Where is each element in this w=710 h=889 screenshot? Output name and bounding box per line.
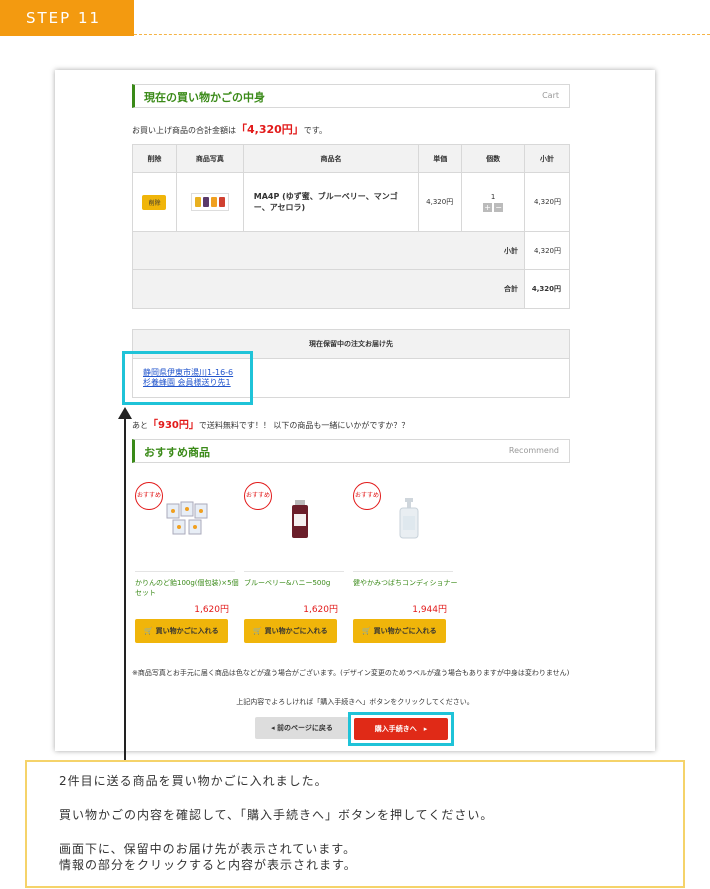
product-thumbnail	[190, 193, 229, 211]
disclaimer-note: ※商品写真とお手元に届く商品は色などが違う場合がございます。(デザイン変更のため…	[132, 669, 570, 677]
conditioner-bottle-image	[389, 498, 429, 540]
instruction-line2: 買い物かごの内容を確認して、「購入手続きへ」ボタンを押してください。	[59, 808, 494, 822]
recommend-item-price: 1,620円	[303, 605, 338, 615]
honey-bottle-image	[280, 498, 320, 540]
recommend-title: おすすめ商品	[144, 446, 210, 459]
total-value: 4,320円	[524, 269, 570, 309]
recommend-item: おすすめ ブルーベリー&ハニー500g 1,620円 🛒 買い物かごに入れる	[244, 482, 354, 652]
recommend-item-name[interactable]: ブルーベリー&ハニー500g	[244, 578, 354, 588]
total-prefix: お買い上げ商品の合計金額は	[132, 126, 236, 135]
total-suffix: です。	[303, 126, 327, 135]
instruction-line3: 画面下に、保留中のお届け先が表示されています。	[59, 842, 357, 856]
add-to-cart-label: 買い物かごに入れる	[373, 627, 437, 635]
subtotal-value: 4,320円	[524, 231, 570, 270]
cart-total-message: お買い上げ商品の合計金額は「4,320円」です。	[132, 121, 327, 137]
quantity-minus-button[interactable]: −	[494, 202, 504, 212]
add-to-cart-button[interactable]: 🛒 買い物かごに入れる	[353, 619, 446, 643]
back-button[interactable]: ◂ 前のページに戻る	[255, 717, 349, 739]
cart-item-row: 削除 MA4P (ゆず蜜、ブルーベリー、マンゴー、アセロラ) 4,320円 1 …	[132, 172, 570, 232]
add-to-cart-button[interactable]: 🛒 買い物かごに入れる	[135, 619, 228, 643]
subtotal-label: 小計	[131, 231, 526, 270]
cart-title-en: Cart	[542, 91, 559, 100]
total-label: 合計	[131, 269, 526, 309]
recommend-item: おすすめ かりんのど飴100g(個包装)×5個セット 1,620円 🛒 買い物か…	[135, 482, 245, 652]
recommend-item-name[interactable]: 健やかみつばちコンディショナー	[353, 578, 463, 588]
instruction-line4: 情報の部分をクリックすると内容が表示されます。	[59, 858, 357, 872]
shipping-suffix: で送料無料です！！ 以下の商品も一緒にいかがですか？？	[198, 421, 410, 430]
cart-screenshot: 現在の買い物かごの中身 Cart お買い上げ商品の合計金額は「4,320円」です…	[55, 70, 655, 751]
address-highlight	[122, 351, 253, 405]
recommend-divider	[353, 571, 453, 572]
header-quantity: 個数	[461, 144, 526, 173]
subtotal-row: 小計 4,320円	[131, 231, 570, 270]
cart-header-row: 削除 商品写真 商品名 単価 個数 小計	[132, 144, 570, 173]
free-shipping-message: あと「930円」で送料無料です！！ 以下の商品も一緒にいかがですか？？	[132, 416, 409, 431]
add-to-cart-label: 買い物かごに入れる	[155, 627, 219, 635]
recommend-divider	[135, 571, 235, 572]
recommend-badge: おすすめ	[244, 482, 272, 510]
cart-table: 削除 商品写真 商品名 単価 個数 小計 削除 MA4P (ゆず蜜、ブルーベリー…	[131, 144, 570, 309]
add-to-cart-button[interactable]: 🛒 買い物かごに入れる	[244, 619, 337, 643]
step-tab: STEP 11	[0, 0, 134, 36]
add-to-cart-label: 買い物かごに入れる	[264, 627, 328, 635]
header-subtotal: 小計	[524, 144, 570, 173]
recommend-divider	[244, 571, 344, 572]
total-amount: 「4,320円」	[236, 123, 304, 136]
unit-price: 4,320円	[418, 172, 463, 232]
confirm-note: 上記内容でよろしければ「購入手続きへ」ボタンをクリックしてください。	[236, 698, 474, 706]
cart-icon: 🛒	[144, 627, 154, 635]
shipping-prefix: あと	[132, 421, 148, 430]
header-name: 商品名	[242, 144, 420, 173]
product-name: MA4P (ゆず蜜、ブルーベリー、マンゴー、アセロラ)	[242, 172, 420, 232]
recommend-item-price: 1,620円	[194, 605, 229, 615]
checkout-highlight	[348, 712, 454, 746]
quantity-plus-button[interactable]: +	[483, 202, 493, 212]
step-divider	[134, 34, 710, 35]
quantity-cell: 1 + −	[461, 172, 526, 232]
step-label: STEP 11	[26, 9, 102, 27]
recommend-badge: おすすめ	[353, 482, 381, 510]
recommend-badge: おすすめ	[135, 482, 163, 510]
cart-icon: 🛒	[362, 627, 372, 635]
cart-title: 現在の買い物かごの中身	[144, 91, 265, 104]
pointer-arrow-line	[124, 418, 126, 761]
total-row: 合計 4,320円	[131, 269, 570, 309]
recommend-item: おすすめ 健やかみつばちコンディショナー 1,944円 🛒 買い物かごに入れる	[353, 482, 463, 652]
header-delete: 削除	[132, 144, 177, 173]
header-photo: 商品写真	[175, 144, 244, 173]
shipping-amount: 「930円」	[148, 420, 199, 431]
header-unit-price: 単価	[418, 144, 463, 173]
cart-section-title: 現在の買い物かごの中身 Cart	[132, 84, 570, 108]
instruction-line1: 2件目に送る商品を買い物かごに入れました。	[59, 774, 328, 788]
recommend-section-title: おすすめ商品 Recommend	[132, 439, 570, 463]
candy-pack-image	[165, 498, 209, 540]
pointer-arrow-head	[118, 407, 132, 419]
cart-icon: 🛒	[253, 627, 263, 635]
recommend-title-en: Recommend	[508, 446, 559, 455]
item-subtotal: 4,320円	[524, 172, 570, 232]
instruction-box: 2件目に送る商品を買い物かごに入れました。 買い物かごの内容を確認して、「購入手…	[25, 760, 685, 888]
delete-button[interactable]: 削除	[142, 194, 167, 210]
quantity-value: 1	[490, 192, 496, 201]
recommend-item-price: 1,944円	[412, 605, 447, 615]
recommend-item-name[interactable]: かりんのど飴100g(個包装)×5個セット	[135, 578, 245, 598]
